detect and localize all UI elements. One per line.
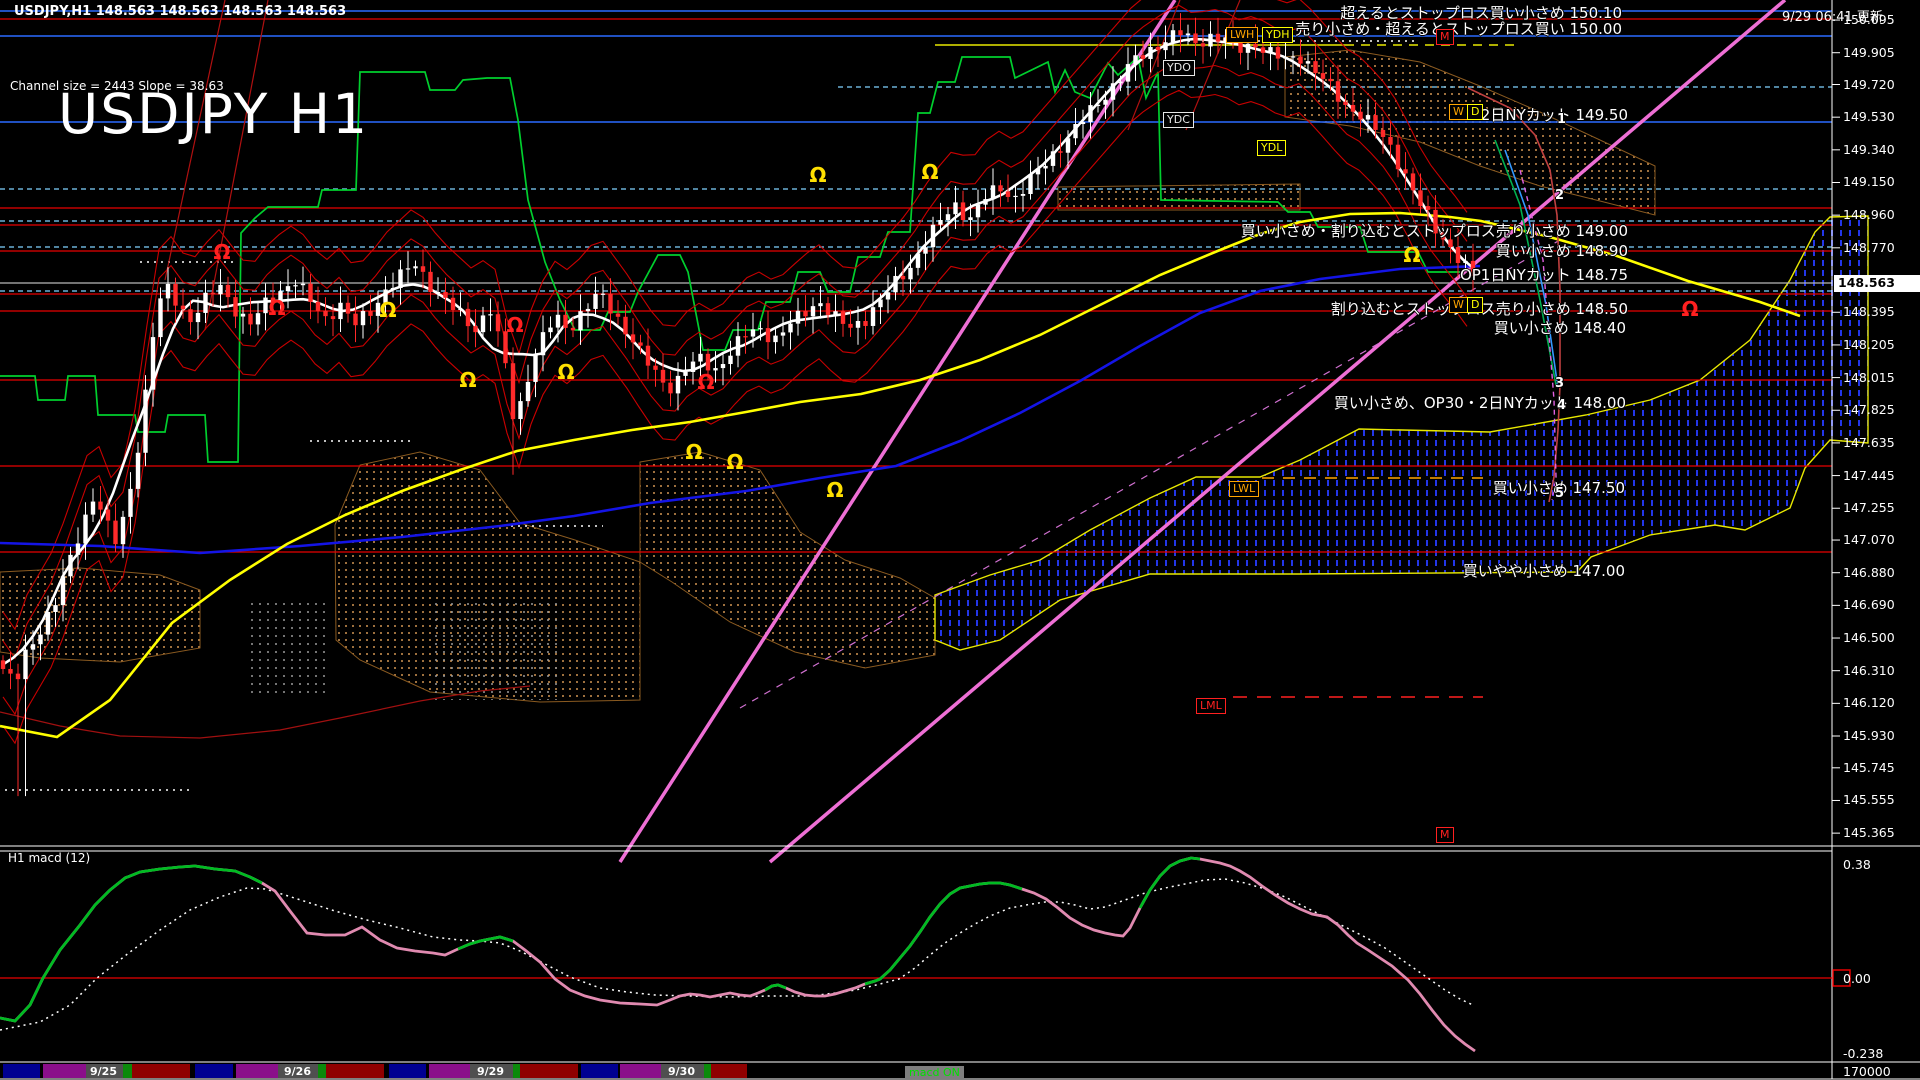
price-tick: 148.770 — [1843, 240, 1895, 255]
signal-marker-icon: Ω — [826, 478, 843, 502]
level-badge-d: D — [1467, 297, 1483, 313]
level-badge-w: W — [1449, 297, 1468, 313]
price-tick: 146.500 — [1843, 630, 1895, 645]
level-badge-m: M — [1436, 29, 1454, 45]
order-annotation: 売り小さめ・超えるとストップロス買い 150.00 — [1295, 18, 1622, 39]
wave-count-number: 4 — [1557, 398, 1566, 413]
order-annotation: OP2日NYカット 149.50 — [1460, 104, 1628, 125]
price-tick: 148.395 — [1843, 304, 1895, 319]
signal-marker-icon: Ω — [1681, 297, 1698, 321]
level-badge-ydl: YDL — [1257, 140, 1286, 156]
watermark-title: USDJPY H1 — [58, 82, 369, 146]
current-price-tag: 148.563 — [1834, 275, 1920, 292]
macd-axis-tick: 170000 — [1843, 1064, 1891, 1079]
price-tick: 145.745 — [1843, 760, 1895, 775]
order-annotation: 買い小さめ 148.40 — [1494, 317, 1626, 338]
macd-axis-tick: -0.238 — [1843, 1046, 1883, 1061]
signal-marker-icon: Ω — [213, 240, 230, 264]
wave-count-number: 1 — [1557, 112, 1566, 127]
date-label: 9/30 — [668, 1065, 695, 1078]
price-tick: 148.015 — [1843, 370, 1895, 385]
level-badge-d: D — [1467, 104, 1483, 120]
signal-marker-icon: Ω — [921, 160, 938, 184]
macd-label: H1 macd (12) — [8, 851, 90, 865]
macd-zero-tag: 0.00 — [1843, 971, 1871, 986]
price-tick: 145.555 — [1843, 792, 1895, 807]
price-tick: 147.445 — [1843, 468, 1895, 483]
price-tick: 150.095 — [1843, 12, 1895, 27]
macd-axis-tick: 0.38 — [1843, 857, 1871, 872]
order-annotation: 買い小さめ 148.90 — [1496, 240, 1628, 261]
date-label: 9/29 — [477, 1065, 504, 1078]
order-annotation: 買いやや小さめ 147.00 — [1463, 560, 1625, 581]
price-tick: 149.905 — [1843, 45, 1895, 60]
symbol-ohlc-text: USDJPY,H1 148.563 148.563 148.563 148.56… — [14, 4, 346, 19]
price-tick: 147.070 — [1843, 532, 1895, 547]
price-tick: 149.150 — [1843, 174, 1895, 189]
price-tick: 146.310 — [1843, 663, 1895, 678]
macd-on-badge[interactable]: macd ON — [905, 1066, 964, 1079]
date-label: 9/25 — [90, 1065, 117, 1078]
chart-canvas[interactable] — [0, 0, 1920, 1080]
wave-count-number: 2 — [1555, 188, 1564, 203]
signal-marker-icon: Ω — [557, 360, 574, 384]
level-badge-ydc: YDC — [1163, 112, 1194, 128]
signal-marker-icon: Ω — [268, 296, 285, 320]
price-tick: 149.530 — [1843, 109, 1895, 124]
signal-marker-icon: Ω — [506, 313, 523, 337]
level-badge-ydo: YDO — [1163, 60, 1195, 76]
price-tick: 149.340 — [1843, 142, 1895, 157]
signal-marker-icon: Ω — [697, 370, 714, 394]
signal-marker-icon: Ω — [1403, 243, 1420, 267]
price-tick: 146.120 — [1843, 695, 1895, 710]
order-annotation: 買い小さめ・割り込むとストップロス売り小さめ 149.00 — [1241, 220, 1628, 241]
signal-marker-icon: Ω — [379, 298, 396, 322]
price-tick: 147.255 — [1843, 500, 1895, 515]
signal-marker-icon: Ω — [809, 163, 826, 187]
date-label: 9/26 — [284, 1065, 311, 1078]
level-badge-lwl: LWL — [1229, 481, 1259, 497]
price-tick: 146.690 — [1843, 597, 1895, 612]
level-badge-lml: LML — [1196, 698, 1226, 714]
order-annotation: 買い小さめ、OP30・2日NYカット 148.00 — [1334, 392, 1626, 413]
level-badge-lwh: LWH — [1226, 27, 1258, 43]
wave-count-number: 5 — [1555, 486, 1564, 501]
trading-chart-window: USDJPY,H1 148.563 148.563 148.563 148.56… — [0, 0, 1920, 1080]
signal-marker-icon: Ω — [726, 450, 743, 474]
price-tick: 149.720 — [1843, 77, 1895, 92]
level-badge-w: W — [1449, 104, 1468, 120]
signal-marker-icon: Ω — [685, 440, 702, 464]
price-tick: 148.960 — [1843, 207, 1895, 222]
price-tick: 145.365 — [1843, 825, 1895, 840]
level-badge-m: M — [1436, 827, 1454, 843]
price-tick: 148.205 — [1843, 337, 1895, 352]
wave-count-number: 3 — [1555, 376, 1564, 391]
price-tick: 147.825 — [1843, 402, 1895, 417]
price-tick: 147.635 — [1843, 435, 1895, 450]
price-tick: 145.930 — [1843, 728, 1895, 743]
level-badge-ydh: YDH — [1262, 27, 1293, 43]
order-annotation: OP1日NYカット 148.75 — [1460, 264, 1628, 285]
price-tick: 146.880 — [1843, 565, 1895, 580]
signal-marker-icon: Ω — [459, 368, 476, 392]
